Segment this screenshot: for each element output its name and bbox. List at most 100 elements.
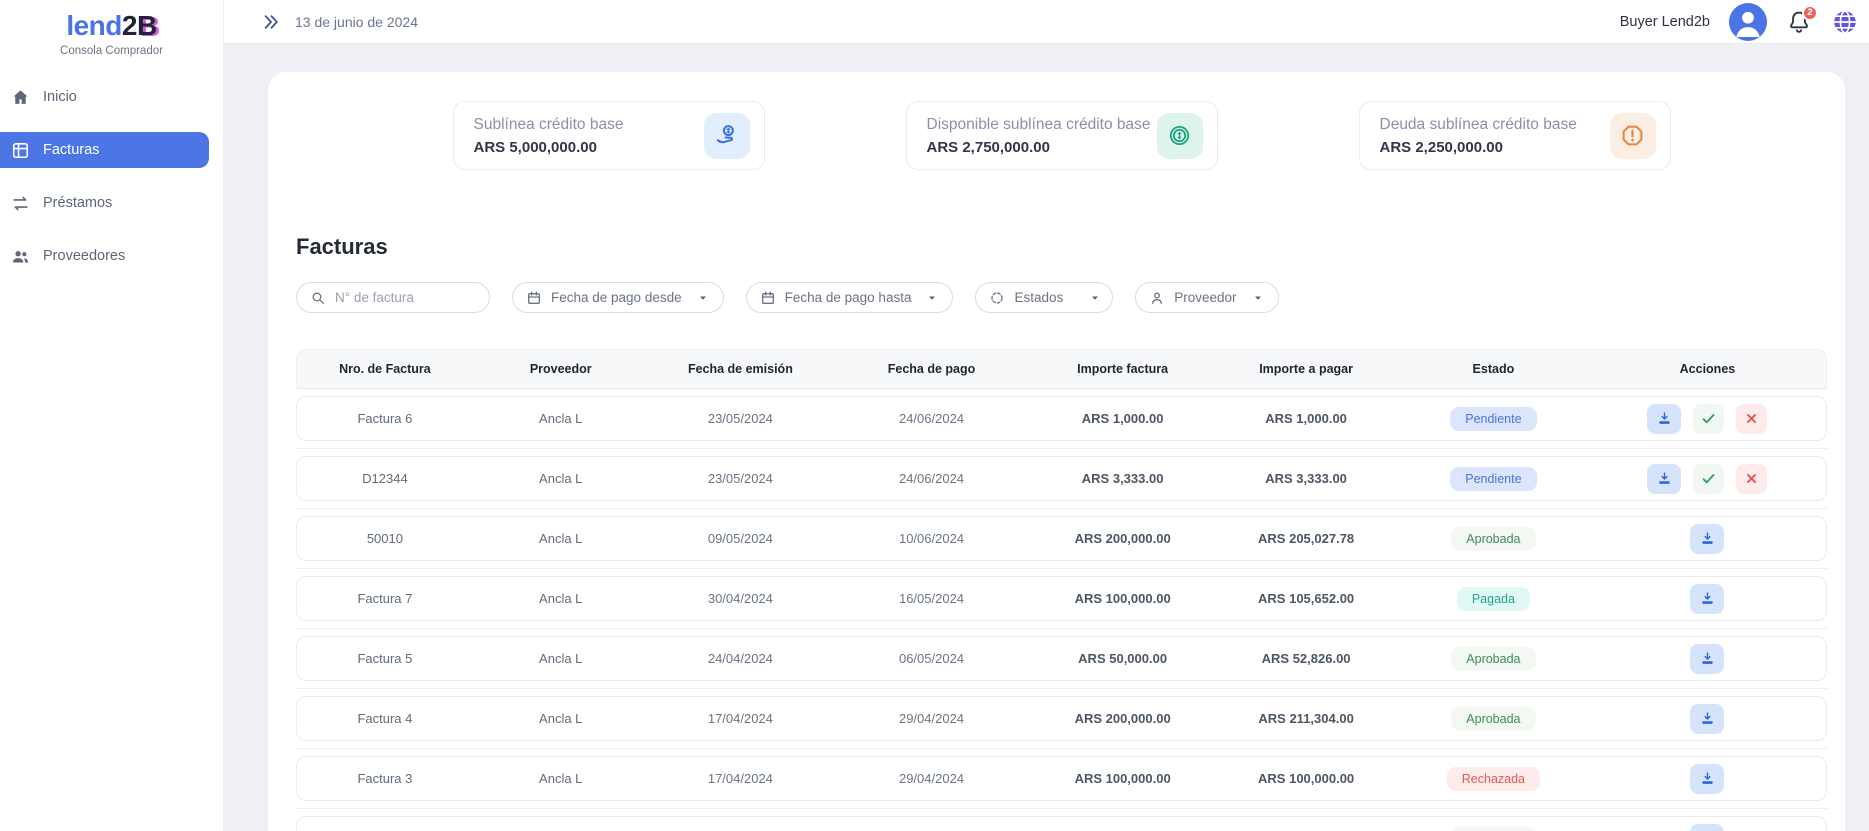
table-row: D12344Ancla L23/05/202424/06/2024ARS 3,3… [296, 456, 1827, 501]
cell-acciones [1589, 524, 1826, 554]
download-icon [1699, 530, 1716, 547]
cell-importe: ARS 100,000.00 [1031, 771, 1214, 786]
cell-a-pagar: ARS 205,027.78 [1214, 531, 1397, 546]
calendar-icon [760, 290, 776, 306]
filter-estados[interactable]: Estados [975, 282, 1113, 313]
cell-nro: Factura 3 [297, 771, 473, 786]
download-invoice-button[interactable] [1690, 824, 1724, 831]
cell-emision: 09/05/2024 [649, 531, 832, 546]
download-icon [1699, 650, 1716, 667]
column-header: Proveedor [473, 362, 649, 376]
download-icon [1699, 770, 1716, 787]
cell-importe: ARS 100,000.00 [1031, 591, 1214, 606]
sidebar-item-label: Inicio [43, 89, 77, 105]
table-header: Nro. de FacturaProveedorFecha de emisión… [296, 349, 1827, 389]
approve-invoice-button[interactable] [1693, 404, 1724, 434]
stat-card-label: Deuda sublínea crédito base [1380, 116, 1577, 134]
table-row: Factura 6Ancla L23/05/202424/06/2024ARS … [296, 396, 1827, 441]
row-divider [296, 808, 1827, 809]
x-icon [1743, 410, 1760, 427]
search-input[interactable] [335, 290, 476, 305]
filter-proveedor[interactable]: Proveedor [1135, 282, 1278, 313]
cell-estado: Aprobada [1398, 527, 1589, 551]
cell-nro: 50010 [297, 531, 473, 546]
cell-acciones [1589, 464, 1826, 494]
reject-invoice-button[interactable] [1736, 464, 1767, 494]
coin-icon [1167, 123, 1192, 148]
user-label: Buyer Lend2b [1620, 14, 1710, 30]
notification-badge: 2 [1802, 5, 1818, 21]
download-invoice-button[interactable] [1690, 704, 1724, 734]
loans-icon [11, 194, 30, 213]
cell-nro: Factura 4 [297, 711, 473, 726]
invoice-search[interactable] [296, 282, 490, 313]
download-invoice-button[interactable] [1647, 404, 1681, 434]
column-header: Fecha de emisión [649, 362, 832, 376]
cell-pago: 16/05/2024 [832, 591, 1031, 606]
cell-estado: Pendiente [1398, 467, 1589, 491]
language-globe-icon[interactable] [1831, 8, 1859, 36]
cell-proveedor: Ancla L [473, 411, 649, 426]
sidebar-item-proveedores[interactable]: Proveedores [0, 238, 209, 274]
topbar: 13 de junio de 2024 Buyer Lend2b 2 [224, 0, 1869, 44]
hand-coin-icon [714, 123, 739, 148]
download-invoice-button[interactable] [1690, 644, 1724, 674]
brand-subtitle: Consola Comprador [0, 45, 223, 57]
home-icon [11, 88, 30, 107]
row-divider [296, 628, 1827, 629]
download-invoice-button[interactable] [1690, 764, 1724, 794]
filter-label: Fecha de pago hasta [785, 290, 912, 305]
sidebar: lend2B Consola Comprador InicioFacturasP… [0, 0, 224, 831]
filter-fecha-desde[interactable]: Fecha de pago desde [512, 282, 724, 313]
download-icon [1699, 590, 1716, 607]
table-row: Factura 4Ancla L17/04/202429/04/2024ARS … [296, 696, 1827, 741]
stat-card-text: Sublínea crédito baseARS 5,000,000.00 [474, 116, 624, 156]
download-invoice-button[interactable] [1690, 584, 1724, 614]
column-header: Nro. de Factura [297, 362, 473, 376]
cell-acciones [1589, 404, 1826, 434]
stat-card-label: Sublínea crédito base [474, 116, 624, 134]
notifications-button[interactable]: 2 [1786, 9, 1812, 35]
reject-invoice-button[interactable] [1736, 404, 1767, 434]
cell-proveedor: Ancla L [473, 711, 649, 726]
table-body: Factura 6Ancla L23/05/202424/06/2024ARS … [296, 396, 1827, 831]
cell-proveedor: Ancla L [473, 531, 649, 546]
sidebar-item-prestamos[interactable]: Préstamos [0, 185, 209, 221]
table-row: Factura 7Ancla L30/04/202416/05/2024ARS … [296, 576, 1827, 621]
table-row: 50010Ancla L09/05/202410/06/2024ARS 200,… [296, 516, 1827, 561]
sidebar-item-label: Proveedores [43, 248, 125, 264]
column-header: Estado [1398, 362, 1589, 376]
download-invoice-button[interactable] [1647, 464, 1681, 494]
cell-a-pagar: ARS 3,333.00 [1214, 471, 1397, 486]
filter-label: Proveedor [1174, 290, 1236, 305]
cell-pago: 06/05/2024 [832, 651, 1031, 666]
sidebar-collapse-icon[interactable] [261, 12, 281, 32]
approve-invoice-button[interactable] [1693, 464, 1724, 494]
cell-importe: ARS 200,000.00 [1031, 711, 1214, 726]
cell-estado: Aprobada [1398, 647, 1589, 671]
cell-estado: Aprobada [1398, 707, 1589, 731]
stat-card-label: Disponible sublínea crédito base [927, 116, 1151, 134]
cell-acciones [1589, 704, 1826, 734]
stat-card-text: Deuda sublínea crédito baseARS 2,250,000… [1380, 116, 1577, 156]
caret-down-icon [1088, 291, 1102, 305]
filter-dropdowns: Fecha de pago desde Fecha de pago hasta Es… [512, 282, 1279, 313]
download-invoice-button[interactable] [1690, 524, 1724, 554]
cell-nro: Factura 7 [297, 591, 473, 606]
cell-emision: 24/04/2024 [649, 651, 832, 666]
column-header: Fecha de pago [832, 362, 1031, 376]
sidebar-item-facturas[interactable]: Facturas [0, 132, 209, 168]
status-badge: Aprobada [1451, 707, 1535, 731]
sidebar-item-inicio[interactable]: Inicio [0, 79, 209, 115]
filter-fecha-hasta[interactable]: Fecha de pago hasta [746, 282, 954, 313]
logo-part-lend: lend [66, 10, 122, 41]
status-badge: Pendiente [1450, 467, 1536, 491]
stats-row: Sublínea crédito baseARS 5,000,000.00 Dis… [296, 101, 1827, 170]
sidebar-item-label: Préstamos [43, 195, 112, 211]
avatar[interactable] [1729, 3, 1767, 41]
cell-estado: Aprobada [1398, 827, 1589, 831]
stat-card-icon-box [704, 113, 750, 159]
row-divider [296, 568, 1827, 569]
cell-pago: 29/04/2024 [832, 771, 1031, 786]
cell-importe: ARS 1,000.00 [1031, 411, 1214, 426]
